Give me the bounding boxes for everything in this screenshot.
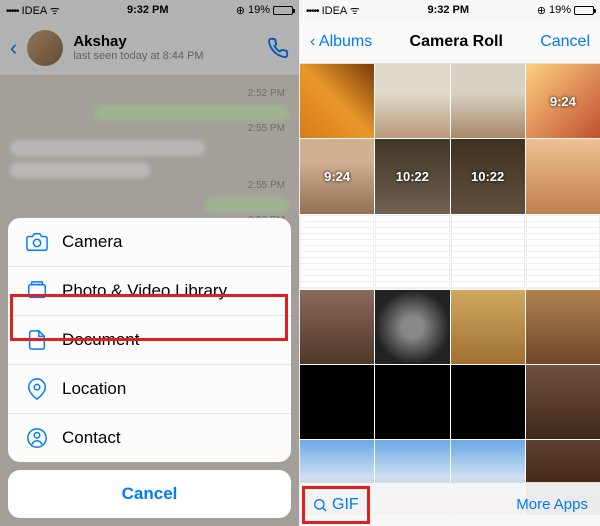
sheet-label: Camera <box>62 232 122 252</box>
photo-thumb[interactable] <box>526 365 600 439</box>
picker-cancel[interactable]: Cancel <box>540 33 590 51</box>
sheet-camera[interactable]: Camera <box>8 218 291 267</box>
photo-thumb[interactable] <box>300 365 374 439</box>
photo-thumb[interactable] <box>526 139 600 213</box>
picker-title: Camera Roll <box>372 33 540 51</box>
sheet-label: Document <box>62 330 139 350</box>
albums-back[interactable]: ‹ Albums <box>310 33 372 51</box>
photo-thumb[interactable] <box>300 215 374 289</box>
sheet-cancel[interactable]: Cancel <box>8 470 291 518</box>
camera-icon <box>26 231 48 253</box>
photo-thumb[interactable] <box>375 215 449 289</box>
photo-thumb[interactable] <box>526 215 600 289</box>
photo-thumb[interactable] <box>300 64 374 138</box>
photo-thumb[interactable]: 10:22 <box>375 139 449 213</box>
photo-thumb[interactable] <box>451 365 525 439</box>
action-sheet: Camera Photo & Video Library Document <box>8 218 291 518</box>
sheet-contact[interactable]: Contact <box>8 414 291 462</box>
sheet-label: Location <box>62 379 126 399</box>
photo-thumb[interactable] <box>451 290 525 364</box>
picker-footer: GIF More Apps <box>300 482 600 526</box>
photo-thumb[interactable] <box>375 290 449 364</box>
more-apps[interactable]: More Apps <box>516 496 588 513</box>
photo-thumb[interactable]: 9:24 <box>526 64 600 138</box>
photo-thumb[interactable] <box>300 290 374 364</box>
sheet-label: Contact <box>62 428 121 448</box>
photo-thumb[interactable]: 9:24 <box>300 139 374 213</box>
sheet-library[interactable]: Photo & Video Library <box>8 267 291 316</box>
gif-search[interactable]: GIF <box>312 496 359 514</box>
document-icon <box>26 329 48 351</box>
photo-thumb[interactable] <box>375 365 449 439</box>
photo-thumb[interactable] <box>526 290 600 364</box>
photo-grid: 9:24 9:24 10:22 10:22 <box>300 64 600 515</box>
search-icon <box>312 497 328 513</box>
contact-icon <box>26 427 48 449</box>
picker-header: ‹ Albums Camera Roll Cancel <box>300 20 600 64</box>
photo-thumb[interactable] <box>451 215 525 289</box>
photo-thumb[interactable] <box>375 64 449 138</box>
status-bar: ••••• IDEA ᯤ 9:32 PM ⊕ 19% <box>300 0 600 20</box>
library-icon <box>26 280 48 302</box>
photo-thumb[interactable]: 10:22 <box>451 139 525 213</box>
sheet-location[interactable]: Location <box>8 365 291 414</box>
sheet-document[interactable]: Document <box>8 316 291 365</box>
location-icon <box>26 378 48 400</box>
photo-thumb[interactable] <box>451 64 525 138</box>
sheet-label: Photo & Video Library <box>62 281 227 301</box>
